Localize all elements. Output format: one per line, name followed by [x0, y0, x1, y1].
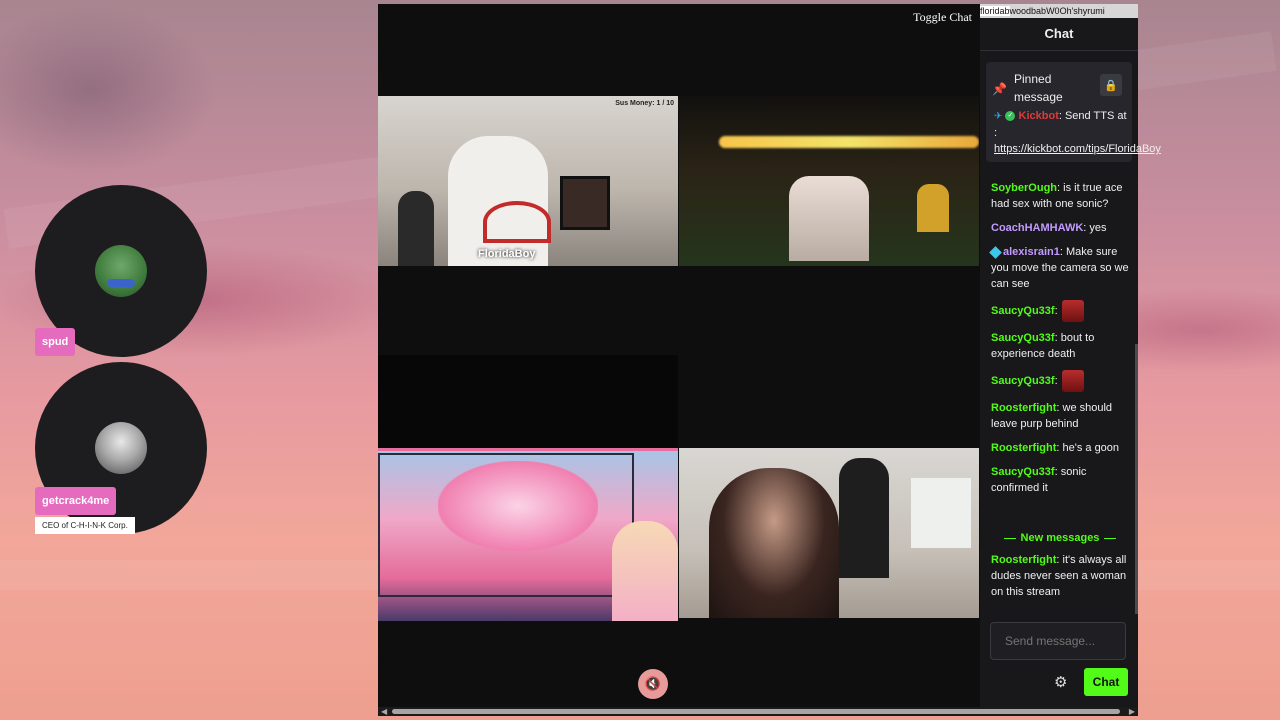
chat-username[interactable]: SoyberOugh	[991, 182, 1057, 194]
lock-icon[interactable]: 🔒	[1100, 74, 1122, 96]
chat-new-message-list: Roosterfight: it's always all dudes neve…	[991, 552, 1129, 608]
stream-tile[interactable]	[679, 96, 979, 266]
scroll-left-icon[interactable]: ◀	[381, 707, 387, 716]
chat-message: Roosterfight: we should leave purp behin…	[991, 400, 1129, 432]
verified-badge-icon: ✓	[1005, 111, 1016, 122]
person-figure	[709, 468, 839, 618]
shirt-logo	[483, 201, 551, 243]
chat-panel: floridabwoodbabW0Oh'shyrumi Chat 📌 Pinne…	[980, 4, 1161, 707]
toggle-chat-button[interactable]: Toggle Chat	[913, 10, 972, 25]
wall-frame	[560, 176, 610, 230]
horizontal-scrollbar[interactable]: ◀ ▶	[378, 707, 1138, 716]
chat-message: SoyberOugh: is it true ace had sex with …	[991, 180, 1129, 212]
stream-overlay-text: Sus Money: 1 / 10	[615, 100, 674, 107]
chat-message: Roosterfight: he's a goon	[991, 440, 1129, 456]
pinned-title: Pinned message	[1014, 72, 1063, 104]
chat-username[interactable]: Roosterfight	[991, 442, 1056, 454]
chat-username[interactable]: SaucyQu33f	[991, 332, 1055, 344]
scrollbar-thumb[interactable]	[392, 709, 1120, 714]
speaker-icon: 🔇	[644, 676, 662, 691]
chat-username[interactable]: Roosterfight	[991, 402, 1056, 414]
chat-message: SaucyQu33f:	[991, 370, 1129, 392]
scroll-right-icon[interactable]: ▶	[1129, 707, 1135, 716]
person-figure	[398, 191, 434, 266]
url-text: floridabwoodbabW0Oh'shyrumi	[980, 4, 1138, 18]
chat-text: :	[1054, 304, 1058, 317]
person-figure	[448, 136, 548, 266]
url-selected-text: floridab	[980, 6, 1010, 16]
chat-message: SaucyQu33f:	[991, 300, 1129, 322]
divider	[980, 50, 1138, 51]
person-figure	[917, 184, 949, 232]
empty-tile	[378, 355, 678, 449]
chat-message: alexisrain1: Make sure you move the came…	[989, 244, 1129, 292]
chat-username[interactable]: Roosterfight	[991, 554, 1056, 566]
volume-button[interactable]: 🔇	[638, 669, 668, 699]
voice-username: getcrack4me	[35, 487, 117, 515]
chat-username[interactable]: SaucyQu33f	[991, 305, 1055, 317]
send-message-input[interactable]	[990, 622, 1126, 660]
chat-message-list: SoyberOugh: is it true ace had sex with …	[989, 180, 1129, 504]
stream-player[interactable]: Toggle Chat Sus Money: 1 / 10 FloridaBoy…	[378, 4, 980, 716]
chat-text: :	[1054, 374, 1058, 387]
window	[911, 478, 971, 548]
game-window-frame	[378, 453, 634, 597]
chat-scrollbar[interactable]	[1135, 344, 1138, 614]
chat-username[interactable]: alexisrain1	[1003, 246, 1060, 258]
pinned-message: 📌 Pinned message 🔒 ✈ ✓ Kickbot: Send TTS…	[986, 62, 1161, 162]
avatar	[95, 245, 147, 297]
person-figure	[839, 458, 889, 578]
sword-badge-icon: ✈	[994, 111, 1003, 122]
stream-tile[interactable]: Sus Money: 1 / 10 FloridaBoy	[378, 96, 678, 266]
pinned-link[interactable]: https://kickbot.com/tips/FloridaBoy	[994, 143, 1161, 155]
chat-text: : yes	[1083, 222, 1107, 234]
avatar	[95, 422, 147, 474]
chat-title: Chat	[1044, 26, 1074, 41]
url-rest-text: woodbabW0Oh'shyrumi	[1009, 6, 1105, 16]
chat-send-button[interactable]: Chat	[1084, 668, 1128, 696]
chat-username[interactable]: CoachHAMHAWK	[991, 222, 1083, 234]
gear-icon[interactable]: ⚙	[1054, 673, 1067, 691]
stream-tile[interactable]	[378, 448, 678, 621]
voice-username: spud	[35, 328, 76, 356]
pinned-username[interactable]: Kickbot	[1019, 110, 1059, 122]
chat-username[interactable]: SaucyQu33f	[991, 375, 1055, 387]
stream-tile[interactable]	[679, 448, 979, 618]
pinned-body: ✈ ✓ Kickbot: Send TTS at : https://kickb…	[994, 108, 1161, 157]
pin-icon: 📌	[992, 82, 1007, 96]
subscriber-badge-icon	[989, 245, 1002, 259]
emote-icon	[1061, 300, 1084, 322]
voice-user-subtitle: CEO of C-H-I-N-K Corp.	[35, 517, 135, 534]
chat-message: SaucyQu33f: sonic confirmed it	[991, 464, 1129, 496]
chat-message: SaucyQu33f: bout to experience death	[991, 330, 1129, 362]
vtuber-avatar	[612, 521, 678, 621]
lights-strip	[719, 136, 979, 148]
new-messages-divider[interactable]: New messages	[991, 532, 1129, 544]
stream-tile-label: FloridaBoy	[478, 248, 536, 260]
chat-username[interactable]: SaucyQu33f	[991, 466, 1055, 478]
emote-icon	[1061, 370, 1084, 392]
people-group	[789, 176, 869, 261]
chat-message: CoachHAMHAWK: yes	[991, 220, 1129, 236]
chat-message: Roosterfight: it's always all dudes neve…	[991, 552, 1129, 600]
chat-text: : he's a goon	[1056, 442, 1120, 454]
